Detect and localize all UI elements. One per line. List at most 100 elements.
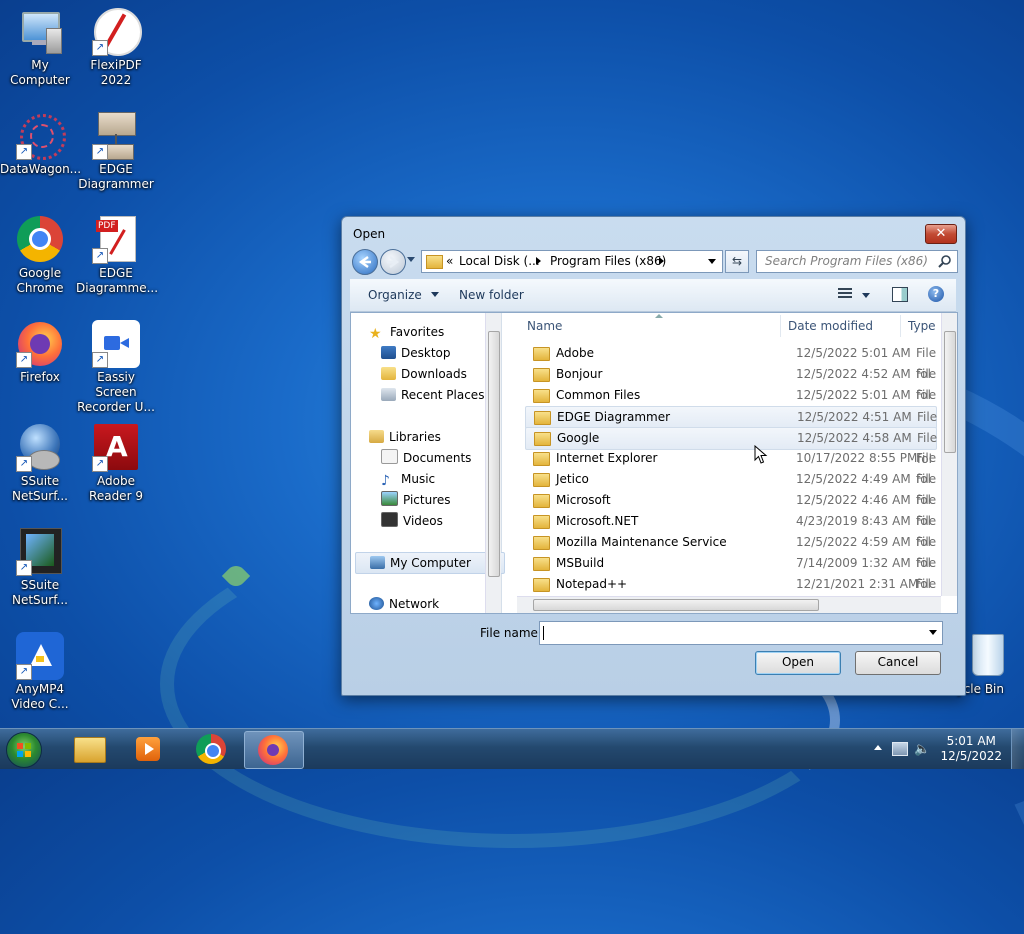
nav-pictures[interactable]: Pictures: [381, 490, 451, 510]
preview-pane-icon[interactable]: [892, 287, 908, 302]
nav-music[interactable]: ♪ Music: [381, 469, 435, 489]
breadcrumb-program-files[interactable]: Program Files (x86): [550, 254, 666, 268]
desktop-icon-adobe-reader[interactable]: A ↗ Adobe Reader 9: [76, 424, 156, 504]
network-tray-icon[interactable]: [892, 742, 908, 756]
file-name: Microsoft.NET: [556, 514, 639, 528]
nav-desktop[interactable]: Desktop: [381, 343, 451, 363]
file-row[interactable]: EDGE Diagrammer12/5/2022 4:51 AMFile fol: [525, 406, 937, 445]
search-input[interactable]: Search Program Files (x86): [756, 250, 958, 273]
nav-recent-places[interactable]: Recent Places: [381, 385, 484, 405]
column-header-date[interactable]: Date modified: [788, 313, 873, 339]
file-name: Common Files: [556, 388, 641, 402]
cancel-button[interactable]: Cancel: [855, 651, 941, 675]
column-header-type[interactable]: Type: [908, 313, 936, 339]
file-row[interactable]: Microsoft 12/5/2022 4:46 AM File fol: [525, 490, 936, 528]
file-list-scrollbar-thumb[interactable]: [944, 331, 956, 453]
file-row[interactable]: Internet Explorer 10/17/2022 8:55 PM File …: [525, 448, 936, 486]
taskbar-firefox[interactable]: [244, 731, 304, 769]
organize-button[interactable]: Organize: [368, 288, 439, 302]
nav-downloads[interactable]: Downloads: [381, 364, 467, 384]
file-name: EDGE Diagrammer: [557, 410, 671, 424]
desktop-icon-label: AnyMP4 Video C...: [11, 682, 69, 711]
help-icon[interactable]: ?: [928, 286, 944, 302]
nav-network[interactable]: Network: [369, 594, 439, 614]
pictures-icon: [381, 491, 398, 506]
file-list-vertical-scrollbar[interactable]: [941, 313, 957, 596]
new-folder-button[interactable]: New folder: [459, 288, 524, 302]
address-dropdown-icon[interactable]: [708, 259, 716, 264]
file-date: 12/5/2022 5:01 AM: [796, 346, 911, 360]
desktop-icon-eassiy-recorder[interactable]: ↗ Eassiy Screen Recorder U...: [76, 320, 156, 415]
star-icon: ★: [369, 326, 382, 342]
breadcrumb-overflow[interactable]: «: [446, 254, 453, 268]
recent-pages-chevron-icon[interactable]: [407, 257, 415, 262]
view-chevron-icon[interactable]: [862, 293, 870, 298]
nav-favorites[interactable]: ★ Favorites: [369, 322, 444, 342]
file-row[interactable]: Adobe 12/5/2022 5:01 AM File fol: [525, 343, 936, 381]
desktop-icon-flexipdf[interactable]: ↗ FlexiPDF 2022: [76, 8, 156, 88]
file-row[interactable]: Jetico 12/5/2022 4:49 AM File fol: [525, 469, 936, 507]
desktop-icon-anymp4[interactable]: ↗ AnyMP4 Video C...: [0, 632, 80, 712]
file-row[interactable]: Microsoft.NET 4/23/2019 8:43 AM File fol: [525, 511, 936, 549]
taskbar-file-explorer[interactable]: [60, 731, 118, 767]
desktop-icon-edge-diagrammer[interactable]: ↗ EDGE Diagrammer: [76, 112, 156, 192]
desktop-icon-ssuite-netsurf-1[interactable]: ↗ SSuite NetSurf...: [0, 424, 80, 504]
view-options-icon[interactable]: [838, 288, 852, 300]
close-button[interactable]: ✕: [925, 224, 957, 244]
taskbar-media-player[interactable]: [120, 731, 178, 767]
folder-icon: [533, 578, 550, 592]
file-row[interactable]: Notepad++12/21/2021 2:31 AMFile fol: [525, 574, 936, 612]
clock[interactable]: 5:01 AM 12/5/2022: [940, 734, 1002, 764]
column-header-name[interactable]: Name: [527, 313, 562, 339]
desktop-icon-label: Adobe Reader 9: [89, 474, 143, 503]
file-name-input[interactable]: [539, 621, 943, 645]
desktop-icon-firefox[interactable]: ↗ Firefox: [0, 320, 80, 385]
nav-scrollbar[interactable]: [485, 313, 501, 613]
nav-my-computer[interactable]: My Computer: [355, 552, 505, 574]
nav-documents[interactable]: Documents: [381, 448, 471, 468]
file-row[interactable]: Common Files12/5/2022 5:01 AMFile fol: [525, 385, 936, 423]
refresh-button[interactable]: ⇆: [725, 250, 749, 273]
back-button[interactable]: [352, 249, 378, 275]
nav-scrollbar-thumb[interactable]: [488, 331, 500, 577]
arrow-left-icon: [358, 256, 371, 268]
taskbar-chrome[interactable]: [182, 731, 240, 767]
desktop-icon-edge-diagrammer-pdf[interactable]: PDF ↗ EDGE Diagramme...: [76, 216, 158, 296]
desktop-icon-label: Firefox: [20, 370, 60, 384]
folder-icon: [534, 411, 551, 425]
nav-label: Pictures: [403, 493, 451, 507]
file-row[interactable]: Google 12/5/2022 4:58 AM File fol: [525, 427, 937, 466]
breadcrumb-local-disk[interactable]: Local Disk (...: [459, 254, 540, 268]
computer-icon: [16, 8, 64, 56]
desktop-icon-my-computer[interactable]: My Computer: [0, 8, 80, 88]
shortcut-arrow-icon: ↗: [16, 352, 32, 368]
screen-recorder-icon: ↗: [92, 320, 140, 368]
horizontal-scrollbar-thumb[interactable]: [533, 599, 819, 611]
file-row[interactable]: Bonjour 12/5/2022 4:52 AM File fol: [525, 364, 936, 402]
folder-icon: [533, 473, 550, 487]
volume-icon[interactable]: 🔈: [914, 742, 930, 757]
organize-label: Organize: [368, 288, 422, 302]
folder-icon: [533, 389, 550, 403]
shortcut-arrow-icon: ↗: [16, 560, 32, 576]
dialog-title: Open: [353, 227, 386, 241]
show-desktop-button[interactable]: [1011, 729, 1024, 769]
file-name-dropdown-icon[interactable]: [929, 630, 937, 635]
shortcut-arrow-icon: ↗: [92, 248, 108, 264]
file-list-horizontal-scrollbar[interactable]: [517, 596, 941, 613]
file-row[interactable]: Mozilla Maintenance Service 12/5/2022 4:5…: [525, 532, 936, 570]
file-row[interactable]: MSBuild 7/14/2009 1:32 AM File fol: [525, 553, 936, 591]
nav-videos[interactable]: Videos: [381, 511, 443, 531]
start-button[interactable]: [6, 732, 42, 768]
desktop-icon-ssuite-netsurf-2[interactable]: ↗ SSuite NetSurf...: [0, 528, 80, 608]
file-date: 12/5/2022 4:59 AM: [796, 535, 911, 549]
address-bar[interactable]: « Local Disk (... Program Files (x86): [421, 250, 723, 273]
desktop-icon-chrome[interactable]: Google Chrome: [0, 216, 80, 296]
file-date: 10/17/2022 8:55 PM: [796, 451, 918, 465]
forward-button[interactable]: [380, 249, 406, 275]
desktop-icon-datawagon[interactable]: ↗ DataWagon...: [0, 112, 81, 177]
nav-libraries[interactable]: Libraries: [369, 427, 441, 447]
desktop-leaf-logo: [221, 561, 251, 591]
show-hidden-icons-chevron[interactable]: [874, 745, 882, 750]
open-button[interactable]: Open: [755, 651, 841, 675]
